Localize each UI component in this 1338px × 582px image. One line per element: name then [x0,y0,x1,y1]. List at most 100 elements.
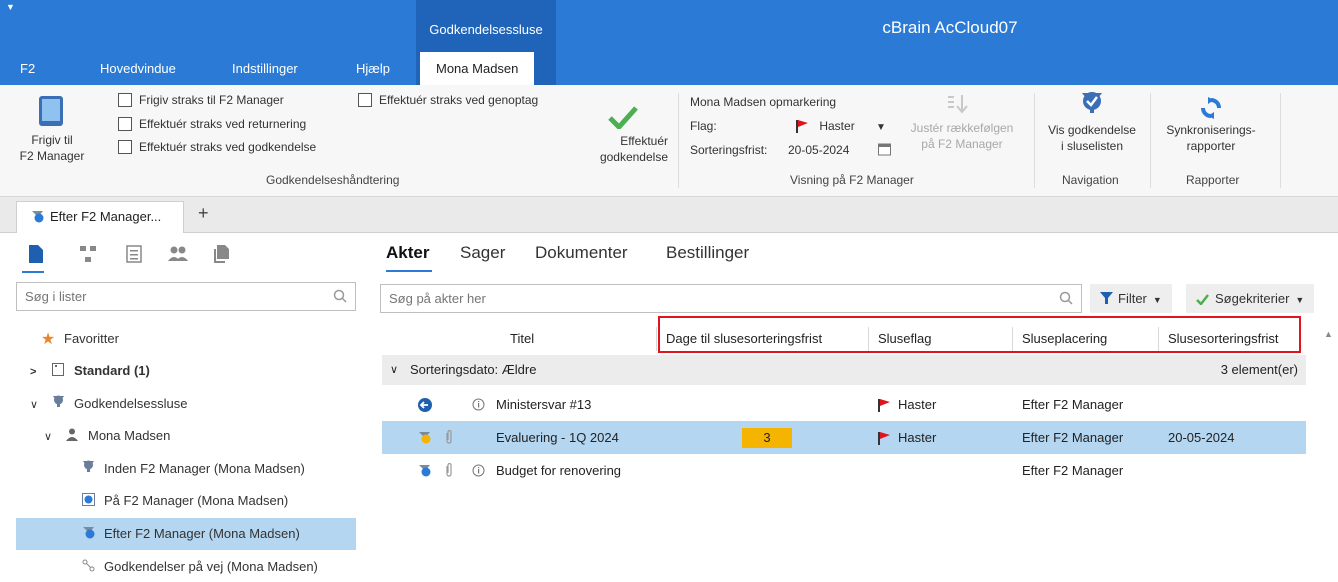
tab-akter[interactable]: Akter [386,243,429,263]
akter-search-box[interactable] [380,284,1082,313]
highlight-box [658,316,1301,353]
cell-title: Evaluering - 1Q 2024 [496,430,619,445]
quick-access-menu[interactable]: ▼ [6,2,15,12]
chevron-down-icon[interactable]: ∨ [390,355,398,385]
table-row[interactable]: Evaluering - 1Q 2024 3 Haster Efter F2 M… [382,421,1306,454]
return-arrow-icon [418,398,432,412]
cell-flag: Haster [878,388,936,421]
juster-label-2: på F2 Manager [921,137,1003,151]
active-tab-indicator [386,270,432,272]
contacts-icon[interactable] [168,245,188,263]
tree-label: Mona Madsen [88,428,171,443]
frigiv-button[interactable]: Frigiv til F2 Manager [14,95,90,171]
tree-item-standard[interactable]: > Standard (1) [30,355,150,387]
juster-raekkefolgen-button[interactable]: Justér rækkefølgen på F2 Manager [896,93,1028,165]
info-icon [472,464,485,477]
markering-title: Mona Madsen opmarkering [690,95,837,109]
column-separator [656,327,657,351]
chevron-down-icon: ▼ [876,122,886,133]
menu-f2[interactable]: F2 [20,52,35,85]
vis-godkendelse-button[interactable]: Vis godkendelse i sluselisten [1040,91,1144,167]
synkroniseringsrapporter-button[interactable]: Synkroniserings- rapporter [1156,93,1266,169]
synk-label-2: rapporter [1186,139,1236,153]
tree-item-paa-f2-manager[interactable]: På F2 Manager (Mona Madsen) [80,485,288,517]
tab-efter-f2-manager[interactable]: Efter F2 Manager... [16,201,184,233]
checkbox-effektuer-genoptag[interactable]: Effektuér straks ved genoptag [358,93,538,107]
tree-item-mona-madsen[interactable]: ∨ Mona Madsen [44,420,170,452]
checkbox-label: Frigiv straks til F2 Manager [139,93,284,107]
document-icon[interactable] [26,245,46,263]
tree-item-inden-f2-manager[interactable]: Inden F2 Manager (Mona Madsen) [80,453,305,485]
menu-hjaelp[interactable]: Hjælp [356,52,390,85]
search-criteria-button[interactable]: Søgekriterier ▼ [1186,284,1315,313]
search-icon[interactable] [333,289,347,303]
table-row[interactable]: Budget for renovering Efter F2 Manager [382,454,1306,487]
days-badge: 3 [742,428,792,448]
tree-label: Godkendelser på vej (Mona Madsen) [104,559,318,574]
tree-label: Standard (1) [74,363,150,378]
chevron-down-icon[interactable]: ∨ [44,421,58,453]
group-count: 3 element(er) [1220,362,1298,377]
list-search-input[interactable] [17,283,322,310]
search-icon[interactable] [1059,291,1073,305]
checkbox-box [118,93,132,107]
vis-label-1: Vis godkendelse [1048,123,1136,137]
tab-dokumenter[interactable]: Dokumenter [535,243,628,263]
list-type-toolbar [0,233,372,277]
checkmark-icon [1196,294,1209,306]
table-row[interactable]: Ministersvar #13 Haster Efter F2 Manager [382,388,1306,421]
chevron-down-icon[interactable]: ∨ [30,389,44,421]
checkbox-label: Effektuér straks ved genoptag [379,93,539,107]
chevron-right-icon[interactable]: > [30,356,44,388]
info-icon [472,398,485,411]
route-icon [80,552,96,582]
checkbox-effektuer-godkendelse[interactable]: Effektuér straks ved godkendelse [118,140,316,154]
checkbox-effektuer-returnering[interactable]: Effektuér straks ved returnering [118,117,306,131]
tree-item-godkendelsessluse[interactable]: ∨ Godkendelsessluse [30,388,187,420]
column-header-titel[interactable]: Titel [510,323,534,355]
tree-label: På F2 Manager (Mona Madsen) [104,493,289,508]
sort-date-field[interactable]: 20-05-2024 [788,143,849,157]
ribbon-separator [1034,93,1035,188]
flag-dropdown[interactable]: Haster ▼ [796,119,886,134]
menu-hovedvindue[interactable]: Hovedvindue [100,52,176,85]
tree-label: Efter F2 Manager (Mona Madsen) [104,526,300,541]
menu-mona-madsen[interactable]: Mona Madsen [420,52,535,85]
group-label-godkendelse: Godkendelseshåndtering [266,173,400,187]
group-row[interactable]: ∨ Sorteringsdato: Ældre 3 element(er) [382,355,1306,385]
akter-search-input[interactable] [381,285,1011,312]
juster-label-1: Justér rækkefølgen [910,121,1014,135]
effektuer-label-2: godkendelse [599,150,668,164]
calendar-icon[interactable] [878,142,891,156]
approval-done-icon [419,465,431,477]
case-tree-icon[interactable] [78,245,98,263]
scroll-up-arrow[interactable]: ▲ [1324,329,1333,339]
flag-value: Haster [819,119,855,133]
add-tab-button[interactable]: + [198,203,209,224]
user-icon [64,421,80,453]
list-search-box[interactable] [16,282,356,311]
checkbox-label: Effektuér straks ved godkendelse [139,140,317,154]
tree-item-efter-f2-manager[interactable]: Efter F2 Manager (Mona Madsen) [16,518,356,550]
tab-sager[interactable]: Sager [460,243,505,263]
effektuer-label-1: Effektuér [620,134,668,148]
filter-button[interactable]: Filter ▼ [1090,284,1172,313]
tab-bestillinger[interactable]: Bestillinger [666,243,749,263]
cell-placement: Efter F2 Manager [1022,397,1124,412]
filter-label: Filter [1118,291,1147,306]
ribbon-separator [1150,93,1151,188]
tree-item-godkendelser-paa-vej[interactable]: Godkendelser på vej (Mona Madsen) [80,551,318,582]
cell-title: Ministersvar #13 [496,397,592,412]
checkbox-frigiv-straks[interactable]: Frigiv straks til F2 Manager [118,93,284,107]
tree-item-favoritter[interactable]: ★ Favoritter [40,323,119,355]
document-tab-strip: Efter F2 Manager... + [0,197,1338,233]
star-icon: ★ [40,330,56,348]
effektuer-godkendelse-button[interactable]: Effektuér godkendelse [572,105,672,169]
flag-icon [796,120,808,134]
documents-icon[interactable] [212,245,232,263]
checkbox-label: Effektuér straks ved returnering [139,117,307,131]
menu-indstillinger[interactable]: Indstillinger [232,52,298,85]
ribbon-separator [1280,93,1281,188]
cell-placement: Efter F2 Manager [1022,463,1124,478]
list-icon[interactable] [124,245,144,263]
